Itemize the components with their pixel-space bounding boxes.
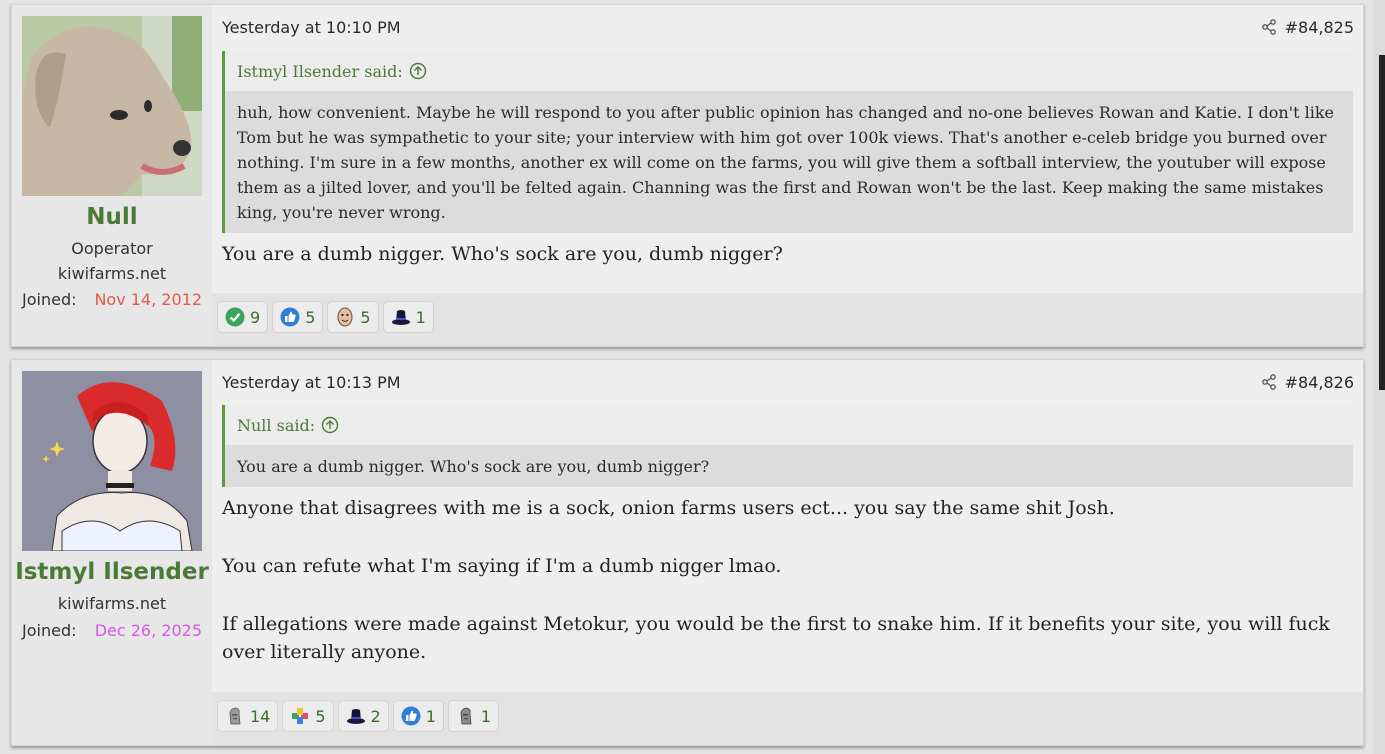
reaction-count: 9 — [250, 307, 261, 327]
user-site: kiwifarms.net — [57, 594, 167, 613]
post-timestamp[interactable]: Yesterday at 10:13 PM — [222, 373, 401, 392]
reaction-count: 5 — [360, 307, 371, 327]
arrow-up-circle-icon[interactable] — [321, 416, 339, 434]
scrollbar-thumb[interactable] — [1379, 55, 1385, 390]
post-timestamp[interactable]: Yesterday at 10:10 PM — [222, 18, 401, 37]
user-panel: Istmyl Ilsender kiwifarms.net Joined: De… — [12, 360, 212, 745]
check-icon — [225, 307, 245, 327]
avatar[interactable] — [22, 16, 202, 196]
reaction-count: 1 — [415, 307, 426, 327]
quote-text: You are a dumb nigger. Who's sock are yo… — [225, 445, 1353, 487]
reaction-bar: 14 5 2 1 1 — [212, 692, 1363, 745]
quote-header[interactable]: Istmyl Ilsender said: — [225, 51, 1353, 91]
thumbs-up-icon — [280, 307, 300, 327]
reaction-puzzle[interactable]: 5 — [282, 700, 334, 732]
post-main: Yesterday at 10:13 PM #84,826 Null said:… — [212, 360, 1363, 745]
moai-icon — [229, 707, 241, 725]
reaction-count: 5 — [305, 307, 316, 327]
user-title: Ooperator — [71, 239, 153, 258]
joined-date: Dec 26, 2025 — [94, 621, 202, 640]
post-number[interactable]: #84,825 — [1285, 18, 1354, 37]
reaction-count: 1 — [480, 706, 492, 726]
username[interactable]: Null — [12, 204, 212, 230]
reaction-count: 1 — [425, 706, 436, 726]
puzzle-icon — [292, 708, 309, 724]
reaction-face[interactable]: 5 — [327, 301, 379, 333]
thumbs-up-icon — [401, 706, 421, 726]
top-hat-icon — [391, 310, 410, 325]
post-paragraph: Anyone that disagrees with me is a sock,… — [222, 497, 1115, 519]
reaction-thumbs-up[interactable]: 5 — [272, 301, 324, 333]
quote-header[interactable]: Null said: — [225, 405, 1353, 445]
reaction-bar: 9 5 5 1 — [212, 293, 1363, 346]
post: Null Ooperator kiwifarms.net Joined: Nov… — [11, 4, 1364, 347]
arrow-up-circle-icon[interactable] — [409, 62, 427, 80]
joined-label: Joined: — [22, 621, 77, 640]
quote-author[interactable]: Null said: — [237, 416, 315, 435]
share-icon[interactable] — [1261, 19, 1277, 35]
window-scrollbar[interactable] — [1373, 0, 1385, 754]
quote-block: Null said: You are a dumb nigger. Who's … — [222, 405, 1353, 487]
share-icon[interactable] — [1261, 374, 1277, 390]
post-number[interactable]: #84,826 — [1285, 373, 1354, 392]
quote-text: huh, how convenient. Maybe he will respo… — [225, 91, 1353, 233]
reaction-moai[interactable]: 14 — [217, 700, 279, 732]
reaction-top-hat[interactable]: 1 — [382, 301, 434, 333]
reaction-moai[interactable]: 1 — [447, 700, 500, 732]
reaction-thumbs-up[interactable]: 1 — [392, 700, 444, 732]
reaction-top-hat[interactable]: 2 — [337, 700, 389, 732]
reaction-count: 5 — [315, 706, 326, 726]
post-main: Yesterday at 10:10 PM #84,825 Istmyl Ils… — [212, 5, 1363, 346]
reaction-count: 2 — [370, 706, 381, 726]
top-hat-icon — [346, 709, 365, 724]
user-panel: Null Ooperator kiwifarms.net Joined: Nov… — [12, 5, 212, 346]
face-icon — [337, 307, 353, 327]
quote-block: Istmyl Ilsender said: huh, how convenien… — [222, 51, 1353, 233]
username[interactable]: Istmyl Ilsender — [12, 559, 212, 585]
joined-date: Nov 14, 2012 — [94, 290, 202, 309]
avatar[interactable] — [22, 371, 202, 551]
moai-icon — [460, 707, 472, 725]
post-paragraph: If allegations were made against Metokur… — [222, 613, 1330, 663]
post-paragraph: You are a dumb nigger. Who's sock are yo… — [222, 243, 783, 265]
post-paragraph: You can refute what I'm saying if I'm a … — [222, 555, 782, 577]
post: Istmyl Ilsender kiwifarms.net Joined: De… — [11, 359, 1364, 746]
user-site: kiwifarms.net — [57, 264, 167, 283]
reaction-count: 14 — [250, 706, 271, 726]
joined-label: Joined: — [22, 290, 77, 309]
post-body: Anyone that disagrees with me is a sock,… — [222, 494, 1333, 696]
reaction-check[interactable]: 9 — [217, 301, 269, 333]
quote-author[interactable]: Istmyl Ilsender said: — [237, 62, 403, 81]
post-body: You are a dumb nigger. Who's sock are yo… — [222, 240, 1333, 298]
